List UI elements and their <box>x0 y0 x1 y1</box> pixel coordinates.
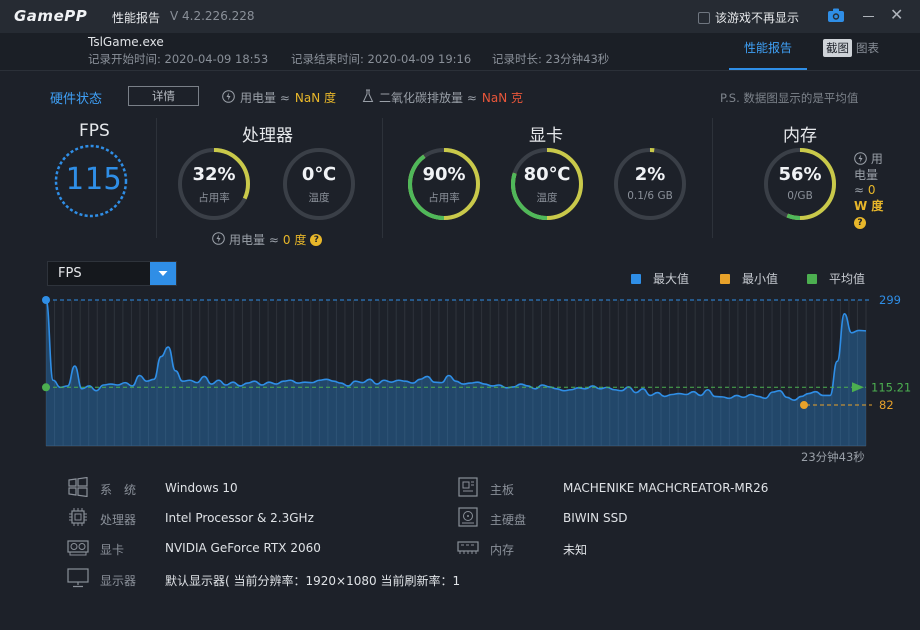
lightning-icon <box>854 152 867 166</box>
memory-usage-label: 0/GB <box>787 190 813 202</box>
hardware-value: NVIDIA GeForce RTX 2060 <box>165 541 321 555</box>
hardware-key: 主硬盘 <box>490 513 527 527</box>
hardware-key: 显示器 <box>100 574 137 588</box>
divider <box>156 118 157 238</box>
help-icon[interactable]: ? <box>854 217 866 229</box>
hardware-key: 内存 <box>490 543 515 557</box>
hardware-value: MACHENIKE MACHCREATOR-MR26 <box>563 481 769 495</box>
record-end: 记录结束时间: 2020-04-09 19:16 <box>291 52 472 66</box>
hardware-value: Intel Processor & 2.3GHz <box>165 511 314 525</box>
hardware-value: BIWIN SSD <box>563 511 628 525</box>
help-icon[interactable]: ? <box>310 233 323 246</box>
memory-icon <box>457 537 479 557</box>
legend-avg: 平均值 <box>807 270 865 287</box>
cpu-usage-label: 占用率 <box>198 192 230 204</box>
flask-icon <box>362 89 374 106</box>
cpu-usage-gauge: 32% 占用率 <box>176 146 252 222</box>
power-usage: 用电量 ≈ NaN 度 <box>222 89 336 106</box>
gpu-usage-value: 90% <box>422 164 466 185</box>
hardware-key: 主板 <box>490 483 515 497</box>
window-title: 性能报告 <box>112 11 161 25</box>
record-start: 记录开始时间: 2020-04-09 18:53 <box>88 52 269 66</box>
tab-screenshot[interactable]: 截图 <box>823 39 852 57</box>
app-logo: GamePP <box>14 7 88 25</box>
avg-label: 115.21 <box>871 380 911 394</box>
gpu-vram-value: 2% <box>634 164 666 185</box>
cpu-icon <box>67 507 89 527</box>
game-name: TslGame.exe <box>88 35 164 49</box>
legend-max: 最大值 <box>631 270 689 287</box>
max-label: 299 <box>879 293 901 307</box>
chevron-down-icon[interactable] <box>150 262 176 285</box>
cpu-temp-gauge: 0℃ 温度 <box>281 146 357 222</box>
average-note: P.S. 数据图显示的是平均值 <box>720 91 859 105</box>
tab-performance-report[interactable]: 性能报告 <box>729 33 807 70</box>
app-version: V 4.2.226.228 <box>170 9 255 23</box>
minimize-button[interactable] <box>863 16 874 17</box>
gpu-title: 显卡 <box>529 126 563 146</box>
monitor-icon <box>67 568 89 588</box>
gpu-temp-label: 温度 <box>536 192 558 204</box>
gpu-usage-gauge: 90% 占用率 <box>406 146 482 222</box>
disk-icon <box>457 507 479 527</box>
title-bar: GamePP 性能报告 V 4.2.226.228 该游戏不再显示 ✕ <box>0 0 920 33</box>
hardware-key: 处理器 <box>100 513 137 527</box>
fps-chart: 299 115.21 82 23分钟43秒 <box>42 293 911 464</box>
lightning-icon <box>222 89 235 106</box>
cpu-power-usage: 用电量 ≈ 0 度 ? <box>212 231 323 248</box>
gpu-temp-gauge: 80℃ 温度 <box>509 146 585 222</box>
camera-icon[interactable] <box>828 8 844 25</box>
gpu-usage-label: 占用率 <box>428 192 460 204</box>
fps-title: FPS <box>79 121 110 141</box>
memory-usage-value: 56% <box>778 164 822 185</box>
duration-label: 23分钟43秒 <box>801 450 865 464</box>
legend-min: 最小值 <box>720 270 778 287</box>
memory-title: 内存 <box>783 126 817 146</box>
gpu-temp-value: 80℃ <box>523 164 571 185</box>
memory-usage-gauge: 56% 0/GB <box>762 146 838 222</box>
motherboard-icon <box>457 477 479 497</box>
min-label: 82 <box>879 398 894 412</box>
cpu-usage-value: 32% <box>192 164 236 185</box>
hardware-key: 系 统 <box>100 483 137 497</box>
fps-value: 115 <box>65 162 123 197</box>
hardware-value: 默认显示器( 当前分辨率：1920×1080 当前刷新率：1 <box>165 574 461 588</box>
gpu-vram-gauge: 2% 0.1/6 GB <box>612 146 688 222</box>
memory-power-usage: 用 电量 ≈ 0 W 度 ? <box>854 152 884 229</box>
hardware-value: 未知 <box>563 543 588 557</box>
no-show-checkbox[interactable]: 该游戏不再显示 <box>698 9 799 26</box>
gpu-icon <box>67 537 89 557</box>
cpu-temp-value: 0℃ <box>301 164 337 185</box>
detail-button[interactable]: 详情 <box>128 86 199 106</box>
windows-icon <box>67 476 89 498</box>
max-point <box>42 296 50 304</box>
hardware-status-title: 硬件状态 <box>50 92 103 107</box>
record-info-bar: TslGame.exe 记录开始时间: 2020-04-09 18:53 记录结… <box>0 33 920 71</box>
gpu-vram-label: 0.1/6 GB <box>627 190 673 202</box>
hardware-key: 显卡 <box>100 543 125 557</box>
divider <box>712 118 713 238</box>
record-duration: 记录时长: 23分钟43秒 <box>492 52 610 66</box>
hardware-value: Windows 10 <box>165 481 238 495</box>
co2-emission: 二氧化碳排放量 ≈ NaN 克 <box>362 89 523 106</box>
lightning-icon <box>212 231 225 248</box>
checkbox-icon[interactable] <box>698 11 710 24</box>
cpu-title: 处理器 <box>242 126 293 146</box>
divider <box>382 118 383 238</box>
close-button[interactable]: ✕ <box>890 6 903 24</box>
metric-select-value: FPS <box>58 266 82 281</box>
metric-select[interactable]: FPS <box>47 261 177 286</box>
avg-point <box>42 383 50 392</box>
tab-chart[interactable]: 图表 <box>856 40 879 56</box>
cpu-temp-label: 温度 <box>308 192 330 204</box>
min-point <box>800 401 808 410</box>
no-show-label: 该游戏不再显示 <box>715 11 800 25</box>
